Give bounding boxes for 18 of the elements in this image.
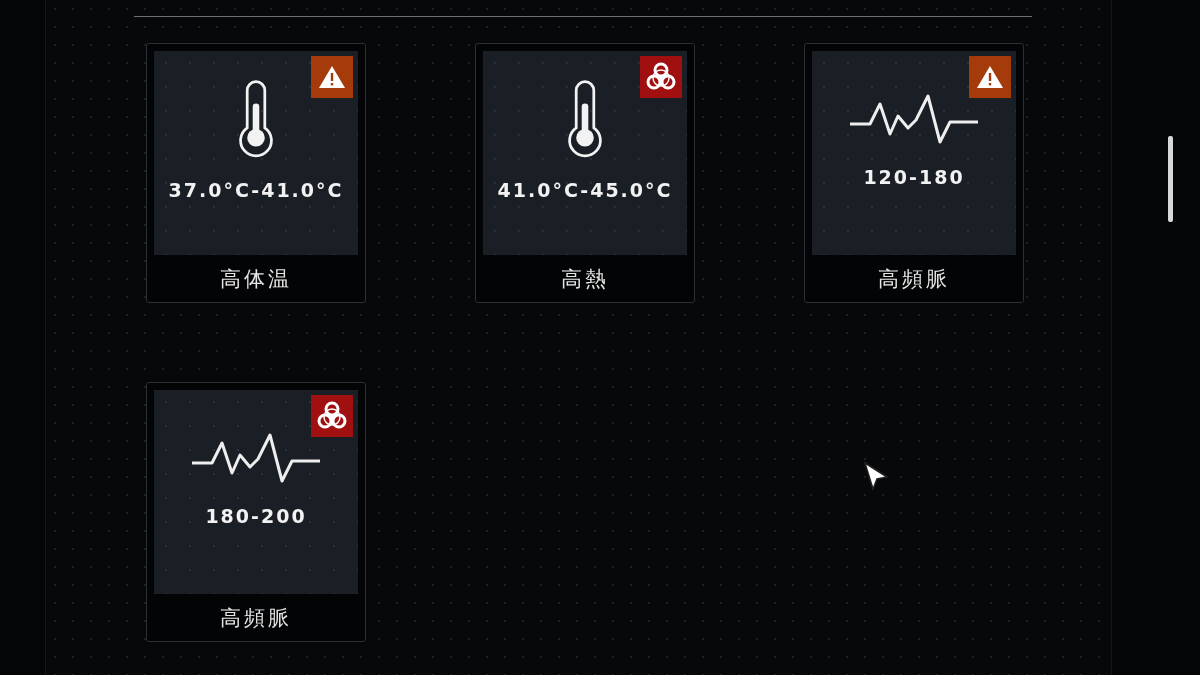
card-label: 高体温	[220, 266, 292, 293]
range-text: 37.0°C-41.0°C	[168, 179, 344, 201]
card-label: 高頻脈	[220, 605, 292, 632]
warning-icon	[976, 65, 1004, 89]
card-label: 高頻脈	[878, 266, 950, 293]
status-card[interactable]: 120-180 高頻脈	[804, 43, 1024, 303]
cursor-icon	[863, 461, 889, 491]
status-card[interactable]: 37.0°C-41.0°C 高体温	[146, 43, 366, 303]
scrollbar-thumb[interactable]	[1168, 136, 1173, 222]
range-text: 180-200	[205, 505, 307, 527]
status-card[interactable]: 180-200 高頻脈	[146, 382, 366, 642]
pulse-icon	[192, 433, 320, 485]
range-text: 41.0°C-45.0°C	[497, 179, 673, 201]
warning-icon	[318, 65, 346, 89]
pulse-icon	[850, 94, 978, 146]
card-label: 高熱	[561, 266, 609, 293]
range-text: 120-180	[863, 166, 965, 188]
status-card[interactable]: 41.0°C-45.0°C 高熱	[475, 43, 695, 303]
